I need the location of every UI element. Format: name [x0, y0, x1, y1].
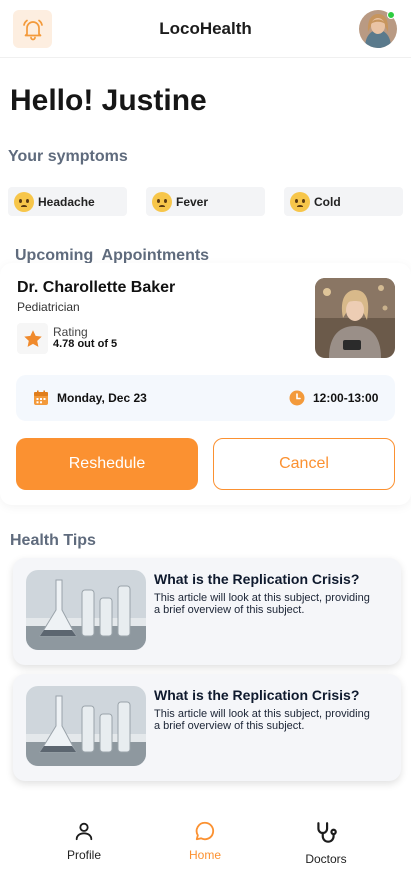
tip-image	[26, 686, 146, 766]
nav-item-home[interactable]: Home	[160, 820, 250, 862]
online-status-dot	[387, 11, 395, 19]
tip-body: This article will look at this subject, …	[154, 708, 370, 732]
appointment-date: Monday, Dec 23	[57, 391, 147, 405]
nav-item-doctors[interactable]: Doctors	[281, 820, 371, 866]
greeting: Hello! Justine	[10, 84, 207, 117]
worried-face-emoji-icon	[290, 191, 310, 212]
appointment-schedule: Monday, Dec 23 12:00-13:00	[16, 375, 395, 421]
symptom-label: Headache	[38, 194, 95, 209]
doctor-photo	[315, 278, 395, 358]
star-icon	[23, 329, 42, 347]
symptom-chip-headache[interactable]: Headache	[8, 187, 127, 216]
nav-label: Doctors	[305, 852, 347, 866]
appointment-time: 12:00-13:00	[313, 391, 379, 405]
worried-face-emoji-icon	[14, 191, 34, 212]
cancel-button[interactable]: Cancel	[213, 438, 395, 490]
app-title: LocoHealth	[159, 19, 252, 38]
clock-icon	[289, 390, 305, 406]
nav-label: Home	[188, 848, 221, 862]
health-tip-card[interactable]: What is the Replication Crisis? This art…	[13, 558, 401, 665]
symptom-label: Cold	[314, 194, 341, 209]
reschedule-button[interactable]: Reshedule	[16, 438, 198, 490]
doctor-name: Dr. Charollette Baker	[17, 279, 176, 296]
health-tip-card[interactable]: What is the Replication Crisis? This art…	[13, 674, 401, 781]
doctor-specialty: Pediatrician	[17, 300, 80, 314]
app-header: LocoHealth	[0, 0, 411, 58]
rating-value: 4.78 out of 5	[53, 338, 118, 350]
chat-bubble-icon	[195, 821, 215, 841]
symptom-chip-fever[interactable]: Fever	[146, 187, 265, 216]
rating-badge	[17, 323, 48, 354]
calendar-icon	[34, 390, 48, 405]
tip-title: What is the Replication Crisis?	[154, 571, 360, 587]
nav-item-profile[interactable]: Profile	[39, 820, 129, 862]
symptom-label: Fever	[176, 194, 209, 209]
person-icon	[75, 822, 93, 841]
nav-label: Profile	[66, 848, 101, 862]
tip-image	[26, 570, 146, 650]
stethoscope-icon	[317, 822, 337, 843]
symptoms-title: Your symptoms	[8, 148, 128, 165]
bottom-nav: Profile Home Doctors	[0, 808, 411, 876]
worried-face-emoji-icon	[152, 191, 172, 212]
health-tips-title: Health Tips	[10, 532, 96, 549]
rating-label: Rating	[53, 325, 88, 339]
symptom-chip-cold[interactable]: Cold	[284, 187, 403, 216]
tip-body: This article will look at this subject, …	[154, 592, 370, 616]
tip-title: What is the Replication Crisis?	[154, 687, 360, 703]
